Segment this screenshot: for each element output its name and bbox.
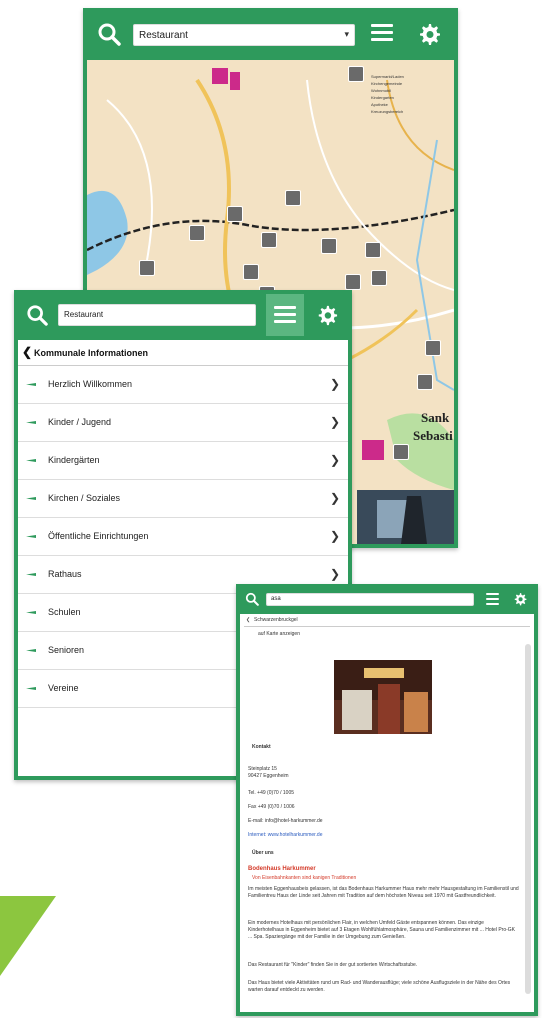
legend-item: Kirchengemeinde — [371, 81, 403, 86]
search-input[interactable]: Restaurant ▾ — [133, 24, 355, 46]
website-link[interactable]: Internet: www.hotelharkummer.de — [248, 832, 322, 838]
search-input[interactable]: Restaurant — [58, 304, 256, 326]
breadcrumb-arrow-icon[interactable]: ❮ — [246, 617, 250, 623]
contact-heading: Kontakt — [252, 744, 271, 750]
legend-item: Kreuzungsbereich — [371, 109, 404, 114]
list-item-label: Kindergärten — [48, 455, 100, 465]
list-item[interactable]: Öffentliche Einrichtungen ❯ — [18, 518, 348, 556]
place-label: Sebasti — [413, 428, 453, 443]
search-input[interactable]: asa — [266, 593, 474, 606]
search-icon[interactable] — [244, 591, 260, 607]
map-marker[interactable] — [285, 190, 301, 206]
list-item-label: Kirchen / Soziales — [48, 493, 121, 503]
chevron-right-icon: ❯ — [329, 377, 340, 391]
map-marker[interactable] — [189, 225, 205, 241]
map-marker[interactable] — [139, 260, 155, 276]
chevron-right-icon: ❯ — [329, 529, 340, 543]
list-item-label: Öffentliche Einrichtungen — [48, 531, 149, 541]
description-paragraph: Ein modernes Hotelhaus mit persönlichen … — [248, 920, 515, 940]
hotel-title: Bodenhaus Harkummer — [248, 866, 316, 872]
list-item-icon — [26, 611, 36, 614]
list-item[interactable]: Herzlich Willkommen ❯ — [18, 366, 348, 404]
list-header-title: Kommunale Informationen — [34, 348, 149, 358]
contact-line: Steinplatz 15 — [248, 766, 277, 772]
map-marker[interactable] — [321, 238, 337, 254]
search-input-value: Restaurant — [139, 30, 188, 41]
decorative-green-triangle — [0, 896, 56, 976]
map-marker[interactable] — [243, 264, 259, 280]
detail-screen: asa ❮ Schwarzenbruckgel auf Karte anzeig… — [236, 584, 538, 1016]
menu-icon[interactable] — [484, 591, 500, 607]
list-item-label: Schulen — [48, 607, 81, 617]
contact-line: 90427 Eggenheim — [248, 773, 289, 779]
list-item-icon — [26, 459, 36, 462]
list-item[interactable]: Kirchen / Soziales ❯ — [18, 480, 348, 518]
map-marker[interactable] — [261, 232, 277, 248]
chevron-right-icon: ❯ — [329, 453, 340, 467]
list-item-icon — [26, 497, 36, 500]
list-item-icon — [26, 573, 36, 576]
description-paragraph: Im meisten Eggenhausbeis gelassen, ist d… — [248, 886, 519, 899]
list-header[interactable]: ❮ Kommunale Informationen — [18, 340, 348, 366]
legend-item: Kindergarten — [371, 95, 394, 100]
back-chevron-icon[interactable]: ❮ — [22, 345, 32, 359]
email-link[interactable]: E-mail: info@hotel-harkummer.de — [248, 818, 323, 824]
list-item-label: Vereine — [48, 683, 79, 693]
map-marker[interactable] — [371, 270, 387, 286]
menu-icon[interactable] — [369, 20, 395, 46]
chevron-right-icon: ❯ — [329, 415, 340, 429]
map-marker[interactable] — [227, 206, 243, 222]
list-item-icon — [26, 535, 36, 538]
search-icon[interactable] — [95, 20, 123, 48]
detail-topbar: asa — [236, 584, 538, 614]
map-marker[interactable] — [425, 340, 441, 356]
list-item-icon — [26, 421, 36, 424]
scrollbar[interactable] — [525, 644, 531, 994]
map-topbar: Restaurant ▾ — [83, 8, 458, 60]
hotel-subtitle: Von Eisenbahnkanten sind kanigen Traditi… — [252, 875, 357, 881]
settings-gear-icon[interactable] — [314, 302, 340, 328]
legend-item: Supermarkt/Laden — [371, 74, 404, 79]
hotel-photo — [334, 660, 432, 734]
list-item-label: Rathaus — [48, 569, 82, 579]
list-item[interactable]: Kindergärten ❯ — [18, 442, 348, 480]
chevron-right-icon: ❯ — [329, 567, 340, 581]
detail-content: ❮ Schwarzenbruckgel auf Karte anzeigen K… — [240, 614, 534, 1012]
search-icon[interactable] — [24, 302, 50, 328]
show-on-map-link[interactable]: auf Karte anzeigen — [258, 631, 300, 637]
settings-gear-icon[interactable] — [512, 591, 528, 607]
map-legend: Supermarkt/Laden Kirchengemeinde Wohnmob… — [371, 74, 451, 132]
map-marker[interactable] — [417, 374, 433, 390]
description-paragraph: Das Restaurant für "Kinder" finden Sie i… — [248, 962, 418, 968]
breadcrumb[interactable]: Schwarzenbruckgel — [254, 617, 298, 623]
list-item-label: Senioren — [48, 645, 85, 655]
list-item-icon — [26, 383, 36, 386]
search-input-value: Restaurant — [64, 310, 104, 319]
list-item-label: Herzlich Willkommen — [48, 379, 133, 389]
list-item[interactable]: Kinder / Jugend ❯ — [18, 404, 348, 442]
map-marker[interactable] — [348, 66, 364, 82]
menu-icon[interactable] — [266, 294, 304, 336]
dropdown-arrow-icon[interactable]: ▾ — [344, 29, 349, 40]
legend-item: Wohnmobil — [371, 88, 391, 93]
place-label: Sank — [421, 410, 450, 425]
list-item-icon — [26, 649, 36, 652]
about-heading: Über uns — [252, 850, 274, 856]
search-input-value: asa — [271, 596, 281, 602]
description-paragraph: Das Haus bietet viele Aktivitäten rund u… — [248, 980, 511, 993]
settings-gear-icon[interactable] — [415, 20, 443, 48]
map-marker[interactable] — [345, 274, 361, 290]
list-item-icon — [26, 687, 36, 690]
map-marker[interactable] — [365, 242, 381, 258]
divider — [244, 626, 530, 627]
list-topbar: Restaurant — [14, 290, 352, 340]
list-item-label: Kinder / Jugend — [48, 417, 112, 427]
map-marker[interactable] — [393, 444, 409, 460]
contact-line: Tel. +49 (0)70 / 1005 — [248, 790, 295, 796]
legend-item: Apotheke — [371, 102, 388, 107]
chevron-right-icon: ❯ — [329, 491, 340, 505]
contact-line: Fax +49 (0)70 / 1006 — [248, 804, 295, 810]
